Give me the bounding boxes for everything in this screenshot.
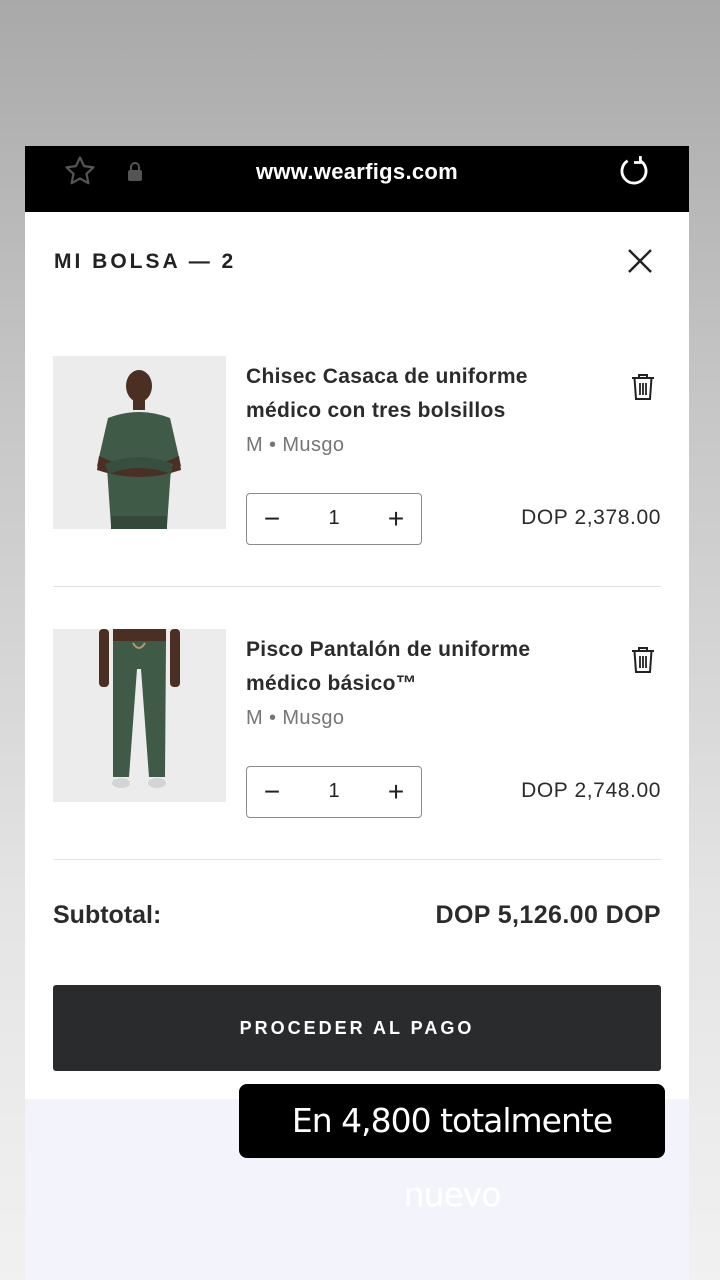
decrease-quantity-button[interactable]: − bbox=[247, 494, 297, 543]
quantity-stepper: − 1 + bbox=[246, 493, 422, 545]
decrease-quantity-button[interactable]: − bbox=[247, 767, 297, 816]
item-price: DOP 2,378.00 bbox=[521, 506, 661, 529]
checkout-button[interactable]: PROCEDER AL PAGO bbox=[53, 985, 661, 1071]
cart-item: Chisec Casaca de uniforme médico con tre… bbox=[53, 356, 661, 556]
product-variant: M • Musgo bbox=[246, 434, 345, 456]
trash-icon[interactable] bbox=[630, 372, 656, 402]
divider bbox=[53, 859, 661, 860]
increase-quantity-button[interactable]: + bbox=[371, 767, 421, 816]
increase-quantity-button[interactable]: + bbox=[371, 494, 421, 543]
bag-title: MI BOLSA — 2 bbox=[54, 250, 237, 273]
browser-url-bar: www.wearfigs.com bbox=[25, 146, 689, 212]
product-image-scrub-pants[interactable] bbox=[53, 629, 226, 802]
close-icon[interactable] bbox=[625, 246, 655, 276]
product-variant: M • Musgo bbox=[246, 707, 345, 729]
trash-icon[interactable] bbox=[630, 645, 656, 675]
item-price: DOP 2,748.00 bbox=[521, 779, 661, 802]
divider bbox=[53, 586, 661, 587]
cart-item: Pisco Pantalón de uniforme médico básico… bbox=[53, 629, 661, 829]
product-image-scrub-top[interactable] bbox=[53, 356, 226, 529]
quantity-value: 1 bbox=[328, 507, 340, 529]
product-name[interactable]: Chisec Casaca de uniforme médico con tre… bbox=[246, 360, 596, 428]
story-caption: En 4,800 totalmente nuevo bbox=[239, 1084, 665, 1214]
quantity-value: 1 bbox=[328, 780, 340, 802]
url-text[interactable]: www.wearfigs.com bbox=[25, 146, 689, 198]
product-name[interactable]: Pisco Pantalón de uniforme médico básico… bbox=[246, 633, 596, 701]
subtotal-label: Subtotal: bbox=[53, 901, 162, 929]
reload-icon[interactable] bbox=[617, 154, 651, 188]
subtotal-value: DOP 5,126.00 DOP bbox=[435, 901, 661, 929]
quantity-stepper: − 1 + bbox=[246, 766, 422, 818]
